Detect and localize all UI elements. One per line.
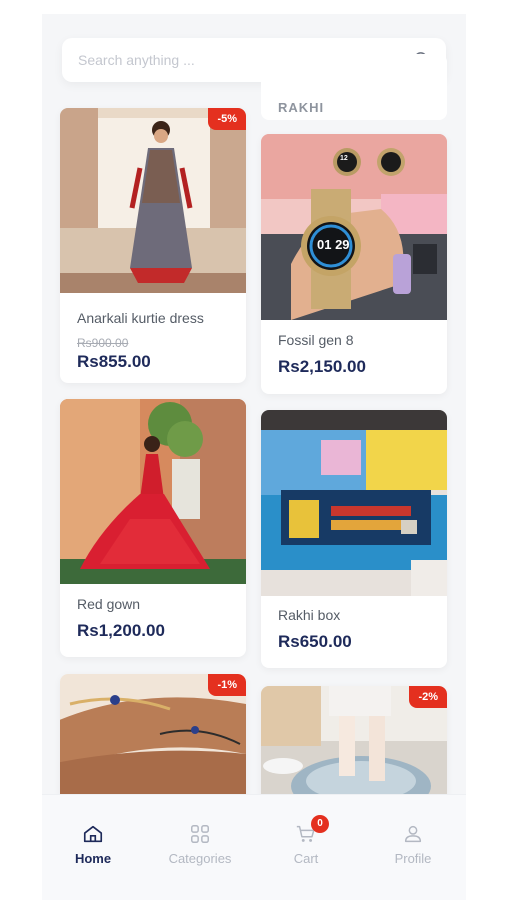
product-card[interactable]: -1% (60, 674, 246, 814)
nav-cart-label: Cart (293, 851, 319, 866)
product-price: Rs650.00 (278, 632, 352, 651)
nav-home[interactable]: Home (48, 823, 138, 866)
product-image (261, 410, 447, 596)
product-image (60, 399, 246, 584)
product-price: Rs2,150.00 (278, 357, 366, 376)
nav-profile-label: Profile (394, 851, 432, 866)
product-old-price: Rs900.00 (77, 336, 129, 350)
watch-date: 12 (340, 155, 348, 162)
product-card[interactable]: Rakhi box Rs650.00 (261, 410, 447, 668)
product-card[interactable]: 01 29 12 Fossil gen 8 Rs2,150.00 (261, 134, 447, 394)
discount-badge: -5% (208, 108, 246, 130)
product-price: Rs855.00 (77, 352, 151, 371)
nav-home-label: Home (74, 851, 112, 866)
product-title: Fossil gen 8 (278, 332, 354, 348)
cart-count-badge: 0 (311, 815, 329, 833)
nav-cart[interactable]: 0 Cart (261, 815, 351, 866)
product-image: 01 29 12 (261, 134, 447, 320)
partial-card-title: RAKHI (278, 100, 325, 115)
home-icon (83, 825, 103, 843)
product-title: Anarkali kurtie dress (77, 310, 204, 326)
profile-icon (404, 825, 422, 843)
product-card[interactable]: -5% Anarkali kurtie dress Rs900.00 Rs855… (60, 108, 246, 383)
product-card[interactable]: Red gown Rs1,200.00 (60, 399, 246, 657)
watch-time: 01 29 (317, 237, 350, 252)
nav-profile[interactable]: Profile (368, 823, 458, 866)
nav-categories-label: Categories (168, 851, 232, 866)
product-title: Red gown (77, 596, 141, 612)
product-image (60, 108, 246, 293)
discount-badge: -2% (409, 686, 447, 708)
categories-icon (191, 825, 209, 843)
bottom-navigation: Home Categories 0 Cart Profile (42, 794, 466, 900)
discount-badge: -1% (208, 674, 246, 696)
nav-categories[interactable]: Categories (155, 823, 245, 866)
product-card-partial[interactable]: RAKHI (261, 54, 447, 120)
app-screen: Search anything ... RAKHI -5% Anarkali k… (42, 14, 466, 900)
product-title: Rakhi box (278, 607, 341, 623)
product-price: Rs1,200.00 (77, 621, 165, 640)
